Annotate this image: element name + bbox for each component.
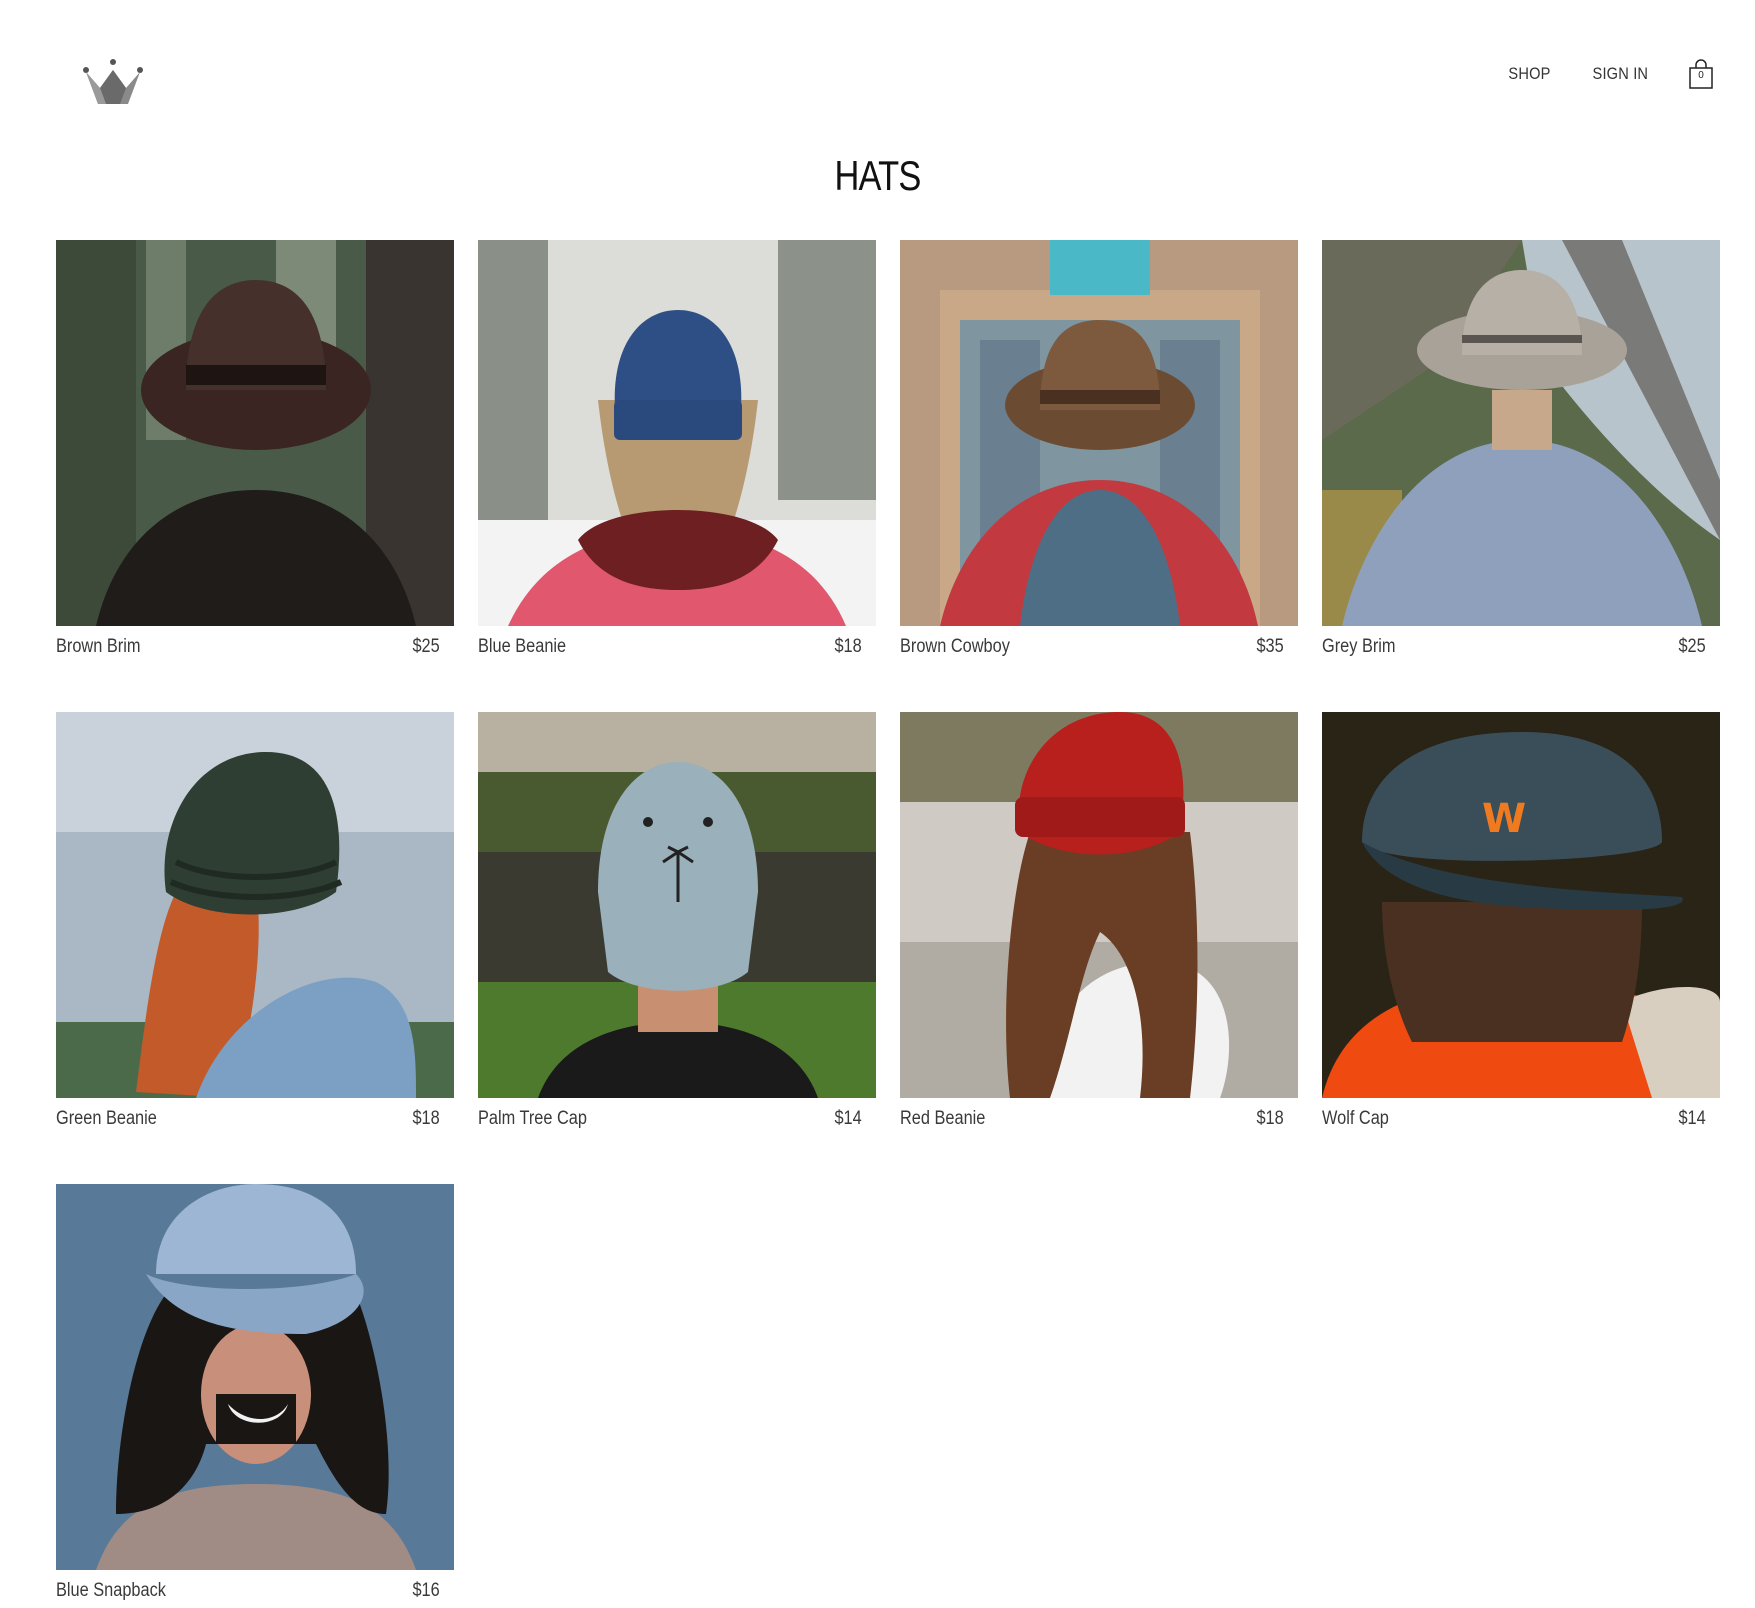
product-price: $35 (1256, 636, 1284, 657)
product-card[interactable]: Brown Brim $25 (56, 240, 454, 664)
cart-button[interactable]: 0 (1687, 58, 1715, 90)
svg-text:W: W (1482, 796, 1526, 842)
product-card[interactable]: Blue Snapback $16 (56, 1184, 454, 1608)
product-name: Palm Tree Cap (478, 1108, 587, 1129)
product-card[interactable]: Green Beanie $18 (56, 712, 454, 1136)
product-meta: Palm Tree Cap $14 (478, 1098, 876, 1136)
product-card[interactable]: Palm Tree Cap $14 (478, 712, 876, 1136)
product-image (900, 712, 1298, 1098)
product-meta: Blue Beanie $18 (478, 626, 876, 664)
product-price: $18 (412, 1108, 440, 1129)
product-name: Blue Beanie (478, 636, 567, 657)
product-price: $14 (1678, 1108, 1706, 1129)
product-card[interactable]: W Wolf Cap $14 (1322, 712, 1720, 1136)
product-name: Green Beanie (56, 1108, 157, 1129)
crown-logo[interactable] (82, 58, 144, 110)
product-image (1322, 240, 1720, 626)
site-header: SHOP SIGN IN 0 (0, 0, 1755, 150)
product-name: Wolf Cap (1322, 1108, 1389, 1129)
product-meta: Grey Brim $25 (1322, 626, 1720, 664)
product-meta: Wolf Cap $14 (1322, 1098, 1720, 1136)
nav-shop-link[interactable]: SHOP (1509, 64, 1551, 84)
product-card[interactable]: Brown Cowboy $35 (900, 240, 1298, 664)
product-image (56, 1184, 454, 1570)
product-image: W (1322, 712, 1720, 1098)
nav-sign-in-link[interactable]: SIGN IN (1593, 64, 1649, 84)
product-card[interactable]: Blue Beanie $18 (478, 240, 876, 664)
product-price: $25 (1678, 636, 1706, 657)
product-grid: Brown Brim $25 Blue Beanie $18 Brown Cow… (56, 240, 1720, 1608)
product-card[interactable]: Red Beanie $18 (900, 712, 1298, 1136)
product-price: $16 (412, 1580, 440, 1601)
cart-count: 0 (1698, 70, 1704, 81)
product-price: $18 (834, 636, 862, 657)
product-price: $18 (1256, 1108, 1284, 1129)
crown-icon (83, 59, 143, 104)
product-meta: Blue Snapback $16 (56, 1570, 454, 1608)
product-meta: Red Beanie $18 (900, 1098, 1298, 1136)
product-image (478, 240, 876, 626)
product-meta: Brown Cowboy $35 (900, 626, 1298, 664)
product-name: Blue Snapback (56, 1580, 166, 1601)
product-meta: Green Beanie $18 (56, 1098, 454, 1136)
product-card[interactable]: Grey Brim $25 (1322, 240, 1720, 664)
product-image (56, 240, 454, 626)
product-image (900, 240, 1298, 626)
product-image (478, 712, 876, 1098)
page-title: HATS (834, 152, 921, 199)
product-price: $25 (412, 636, 440, 657)
product-image (56, 712, 454, 1098)
product-name: Brown Cowboy (900, 636, 1010, 657)
product-name: Brown Brim (56, 636, 141, 657)
product-name: Red Beanie (900, 1108, 986, 1129)
product-meta: Brown Brim $25 (56, 626, 454, 664)
product-name: Grey Brim (1322, 636, 1396, 657)
main-nav: SHOP SIGN IN 0 (1505, 56, 1715, 92)
product-price: $14 (834, 1108, 862, 1129)
